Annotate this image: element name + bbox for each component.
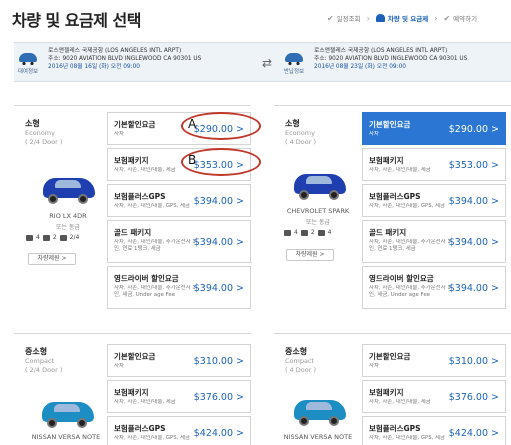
- car-detail-button[interactable]: 차량제원 >: [28, 253, 76, 265]
- dropoff-location: 로스앤젤레스 국제공항 (LOS ANGELES INTL ARPT): [314, 48, 448, 54]
- rate-option-basic[interactable]: 기본할인요금 자차 $290.00 >: [362, 112, 506, 145]
- rate-option-basic[interactable]: 기본할인요금 자차 $310.00 >: [107, 344, 251, 377]
- swap-arrows-icon: ⇄: [262, 56, 273, 70]
- car-image: [39, 170, 97, 204]
- car-icon: [19, 53, 37, 65]
- rate-price: $394.00 >: [448, 237, 499, 248]
- rate-option-insurance[interactable]: 보험패키지 자차, 자손, 대인/대물, 세금 $376.00 >: [107, 380, 251, 413]
- rate-price: $310.00 >: [193, 356, 244, 367]
- step-label: 예약하기: [453, 15, 478, 23]
- car-detail-button[interactable]: 차량제원 >: [286, 249, 334, 261]
- rate-option-insurance-gps[interactable]: 보험플러스GPS 자차, 자손, 대인/대물, GPS, 세금 $424.00 >: [362, 416, 506, 445]
- step-label: 일정조회: [336, 15, 361, 23]
- passenger-icon: [284, 229, 291, 236]
- car-specs: 4 2 2/4: [26, 234, 79, 241]
- rate-option-young-driver[interactable]: 영드라이버 할인요금 자차, 자손, 대인/대물, 추가운전자 1인, 세금, U…: [362, 266, 506, 309]
- car-card: 소형 Economy ( 4 Door ) CHEVROLET SPARK 또는…: [274, 105, 511, 325]
- luggage-icon: [42, 234, 50, 241]
- rate-options: 기본할인요금 자차 $290.00 > 보험패키지 자차, 자손, 대인/대물, 세금…: [107, 112, 251, 312]
- rate-price: $353.00 >: [448, 160, 499, 171]
- rate-price: $394.00 >: [193, 283, 244, 294]
- car-card: 중소형 Compact ( 4 Door ) NISSAN VERSA NOTE…: [274, 333, 511, 445]
- rate-price: $394.00 >: [448, 283, 499, 294]
- car-class: 소형: [285, 119, 300, 128]
- car-model: NISSAN VERSA NOTE: [31, 433, 101, 441]
- rate-option-gold[interactable]: 골드 패키지 자차, 자손, 대인/대물, 추가운전자 1인, 연료 1탱크, 세…: [362, 220, 506, 263]
- annotation-ellipse-a: [181, 112, 261, 140]
- door-icon: [317, 229, 325, 236]
- rate-option-insurance[interactable]: 보험패키지 자차, 자손, 대인/대물, 세금 $353.00 >: [362, 148, 506, 181]
- step-schedule: ✔ 일정조회: [327, 13, 361, 24]
- rate-options: 기본할인요금 자차 $290.00 > 보험패키지 자차, 자손, 대인/대물, 세금…: [362, 112, 506, 312]
- annotation-ellipse-b: [181, 148, 261, 176]
- dropoff-info: 반납정보 로스앤젤레스 국제공항 (LOS ANGELES INTL ARPT)…: [280, 47, 467, 75]
- car-class-en: Economy: [25, 129, 55, 137]
- rate-price: $394.00 >: [448, 196, 499, 207]
- pickup-address: 주소: 9020 AVIATION BLVD INGLEWOOD CA 9030…: [48, 56, 202, 62]
- car-image: [290, 166, 348, 200]
- trip-summary: 대여정보 로스앤젤레스 국제공항 (LOS ANGELES INTL ARPT)…: [14, 42, 511, 82]
- rate-price: $376.00 >: [448, 392, 499, 403]
- car-class: 소형: [25, 119, 40, 128]
- door-icon: [59, 234, 67, 241]
- car-class-en: Economy: [285, 129, 315, 137]
- car-doors: ( 4 Door ): [285, 366, 317, 374]
- step-vehicle: 차량 및 요금제: [375, 13, 429, 23]
- dropoff-datetime: 2016년 08월 23일 (화) 오전 09:00: [314, 64, 406, 70]
- check-icon: ✔: [327, 13, 334, 23]
- chevron-right-icon: ›: [366, 13, 370, 23]
- luggage-icon: [300, 229, 308, 236]
- rate-price: $290.00 >: [448, 124, 499, 135]
- car-doors: ( 2/4 Door ): [25, 138, 63, 146]
- car-class-en: Compact: [25, 357, 55, 365]
- dropoff-label: 반납정보: [283, 69, 305, 75]
- car-doors: ( 2/4 Door ): [25, 366, 63, 374]
- rate-price: $310.00 >: [448, 356, 499, 367]
- pickup-info: 대여정보 로스앤젤레스 국제공항 (LOS ANGELES INTL ARPT)…: [14, 47, 201, 75]
- rate-price: $394.00 >: [193, 196, 244, 207]
- car-model: CHEVROLET SPARK: [286, 207, 350, 215]
- page-title: 차량 및 요금제 선택: [12, 11, 141, 30]
- car-model: RIO LX 4DR: [49, 212, 87, 220]
- car-model-sub: 또는 동급: [306, 219, 330, 226]
- rate-option-insurance[interactable]: 보험패키지 자차, 자손, 대인/대물, 세금 $376.00 >: [362, 380, 506, 413]
- rate-options: 기본할인요금 자차 $310.00 > 보험패키지 자차, 자손, 대인/대물, 세금…: [362, 344, 506, 445]
- car-class-en: Compact: [285, 357, 315, 365]
- car-specs: 4 2 4: [284, 229, 331, 236]
- progress-steps: ✔ 일정조회 › 차량 및 요금제 › ✔ 예약하기: [327, 13, 478, 24]
- rate-option-insurance-gps[interactable]: 보험플러스GPS 자차, 자손, 대인/대물, GPS, 세금 $424.00 >: [107, 416, 251, 445]
- step-reserve: ✔ 예약하기: [443, 13, 478, 24]
- rate-price: $424.00 >: [193, 428, 244, 439]
- step-label: 차량 및 요금제: [387, 15, 429, 23]
- car-model-sub: 또는 동급: [56, 224, 80, 231]
- dropoff-address: 주소: 9020 AVIATION BLVD INGLEWOOD CA 9030…: [314, 56, 468, 62]
- car-card: 중소형 Compact ( 2/4 Door ) NISSAN VERSA NO…: [14, 333, 251, 445]
- rate-option-insurance-gps[interactable]: 보험플러스GPS 자차, 자손, 대인/대물, GPS, 세금 $394.00 >: [107, 184, 251, 217]
- rate-option-basic[interactable]: 기본할인요금 자차 $310.00 >: [362, 344, 506, 377]
- chevron-right-icon: ›: [434, 13, 438, 23]
- rate-price: $424.00 >: [448, 428, 499, 439]
- rate-options: 기본할인요금 자차 $310.00 > 보험패키지 자차, 자손, 대인/대물, 세금…: [107, 344, 251, 445]
- rate-option-young-driver[interactable]: 영드라이버 할인요금 자차, 자손, 대인/대물, 추가운전자 1인, 세금, U…: [107, 266, 251, 309]
- car-class: 중소형: [25, 347, 48, 356]
- car-image: [38, 394, 96, 428]
- car-class: 중소형: [285, 347, 308, 356]
- pickup-label: 대여정보: [17, 69, 39, 75]
- people-icon: [375, 14, 385, 22]
- rate-price: $376.00 >: [193, 392, 244, 403]
- car-doors: ( 4 Door ): [285, 138, 317, 146]
- pickup-location: 로스앤젤레스 국제공항 (LOS ANGELES INTL ARPT): [48, 48, 182, 54]
- rate-option-gold[interactable]: 골드 패키지 자차, 자손, 대인/대물, 추가운전자 1인, 연료 1탱크, 세…: [107, 220, 251, 263]
- passenger-icon: [26, 234, 33, 241]
- check-icon: ✔: [443, 13, 451, 23]
- rate-price: $394.00 >: [193, 237, 244, 248]
- rate-option-insurance-gps[interactable]: 보험플러스GPS 자차, 자손, 대인/대물, GPS, 세금 $394.00 >: [362, 184, 506, 217]
- car-image: [290, 392, 348, 426]
- car-icon: [285, 53, 303, 65]
- car-model: NISSAN VERSA NOTE: [283, 433, 353, 441]
- pickup-datetime: 2016년 08월 16일 (화) 오전 09:00: [48, 64, 140, 70]
